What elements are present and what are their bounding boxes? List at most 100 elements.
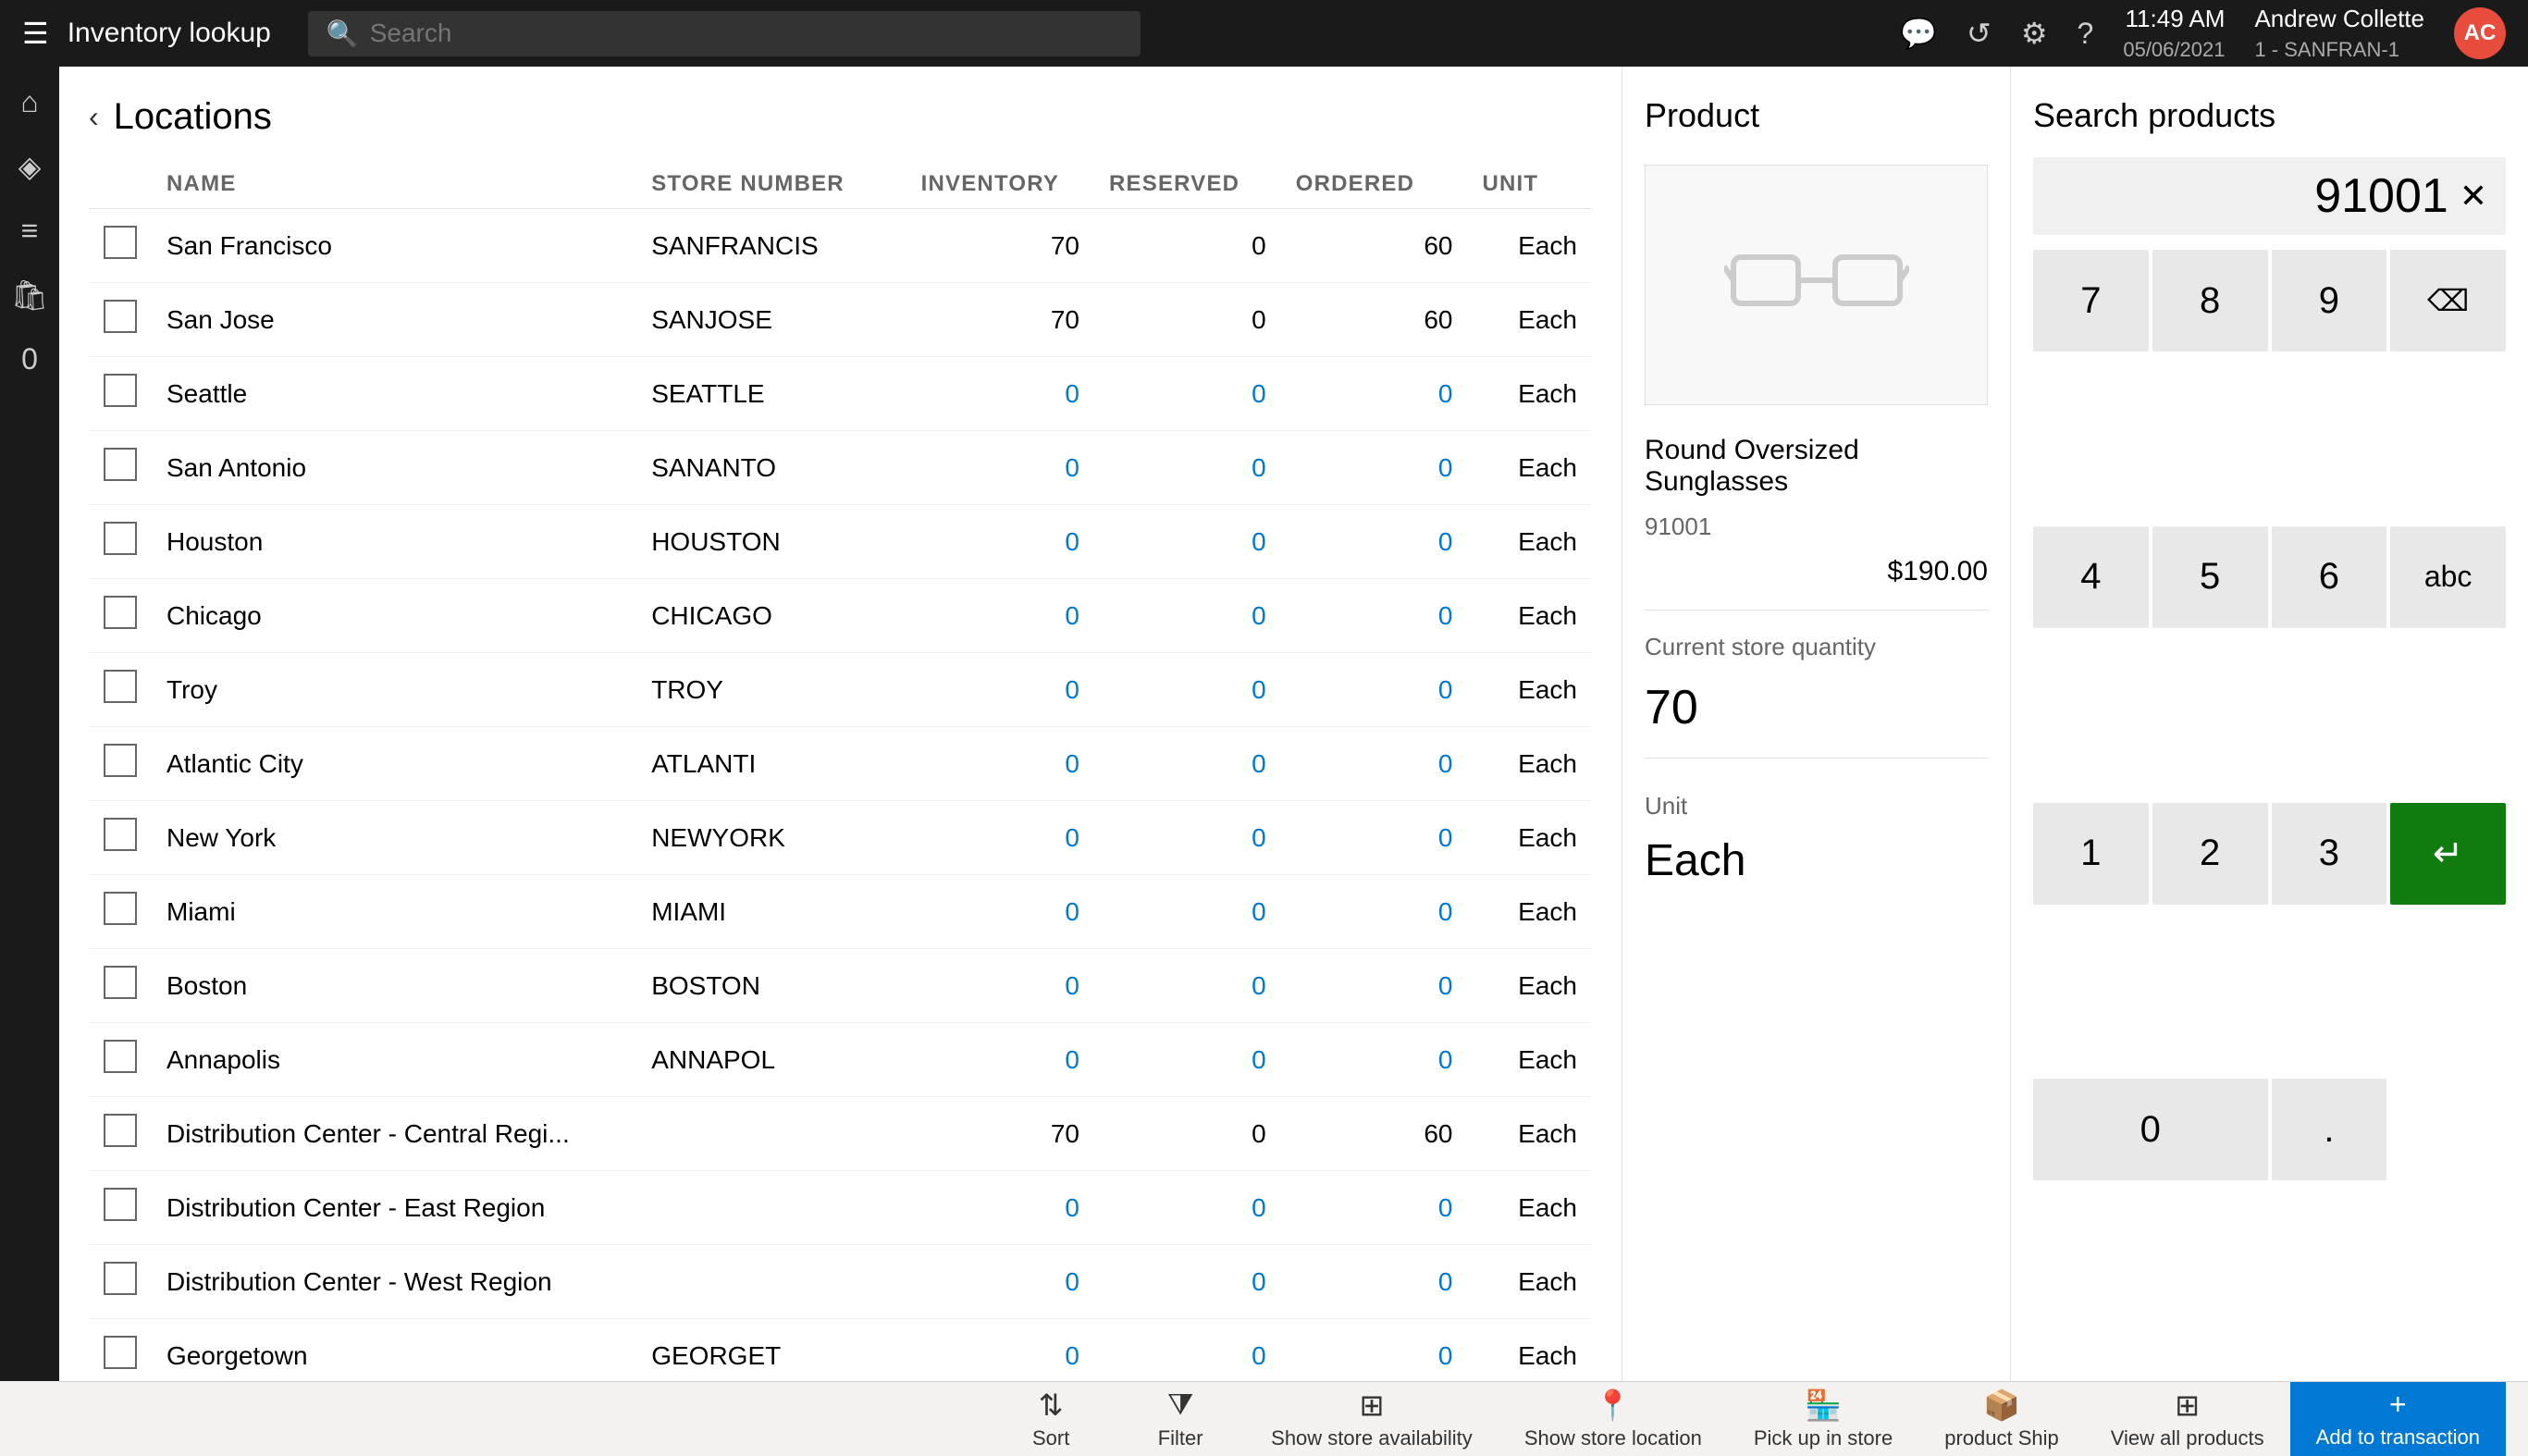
show-store-availability-button[interactable]: ⊞ Show store availability xyxy=(1245,1382,1498,1456)
refresh-icon[interactable]: ↺ xyxy=(1967,16,1992,51)
unit-label: Unit xyxy=(1645,792,1988,821)
row-store: SANANTO xyxy=(636,431,906,505)
row-checkbox[interactable] xyxy=(104,670,137,703)
key-8[interactable]: 8 xyxy=(2152,250,2268,352)
ship-label: product Ship xyxy=(1944,1426,2059,1450)
col-header-name: NAME xyxy=(152,160,636,209)
row-name: New York xyxy=(152,801,636,875)
chat-icon[interactable]: 💬 xyxy=(1900,16,1937,51)
products-nav-icon[interactable]: ◈ xyxy=(18,149,42,184)
pick-up-store-button[interactable]: 🏪 Pick up in store xyxy=(1728,1382,1918,1456)
row-checkbox[interactable] xyxy=(104,818,137,851)
search-input[interactable] xyxy=(370,19,1122,48)
key-2[interactable]: 2 xyxy=(2152,803,2268,905)
list-nav-icon[interactable]: ≡ xyxy=(21,214,39,248)
row-store xyxy=(636,1171,906,1245)
row-reserved: 0 xyxy=(1094,209,1281,283)
row-checkbox[interactable] xyxy=(104,966,137,999)
row-store: BOSTON xyxy=(636,949,906,1023)
row-reserved: 0 xyxy=(1094,1023,1281,1097)
show-store-location-button[interactable]: 📍 Show store location xyxy=(1498,1382,1728,1456)
pick-up-store-label: Pick up in store xyxy=(1754,1426,1893,1450)
home-nav-icon[interactable]: ⌂ xyxy=(20,85,38,119)
row-store: SANJOSE xyxy=(636,283,906,357)
row-checkbox-cell xyxy=(89,875,152,949)
row-checkbox[interactable] xyxy=(104,1114,137,1147)
key-enter[interactable]: ↵ xyxy=(2390,803,2506,905)
badge-nav-item[interactable]: 0 xyxy=(21,342,38,376)
row-checkbox[interactable] xyxy=(104,596,137,629)
avatar[interactable]: AC xyxy=(2454,7,2506,59)
sort-icon: ⇅ xyxy=(1039,1388,1064,1423)
row-store xyxy=(636,1097,906,1171)
row-checkbox[interactable] xyxy=(104,226,137,259)
keypad-clear-icon[interactable]: ✕ xyxy=(2460,177,2487,216)
filter-button[interactable]: ⧩ Filter xyxy=(1116,1382,1245,1456)
key-dot[interactable]: . xyxy=(2272,1079,2387,1180)
row-checkbox[interactable] xyxy=(104,448,137,481)
row-unit: Each xyxy=(1467,209,1592,283)
add-transaction-label: Add to transaction xyxy=(2316,1425,2480,1450)
sort-label: Sort xyxy=(1032,1426,1069,1450)
table-row: Houston HOUSTON 0 0 0 Each xyxy=(89,505,1592,579)
table-row: Chicago CHICAGO 0 0 0 Each xyxy=(89,579,1592,653)
key-0[interactable]: 0 xyxy=(2033,1079,2268,1180)
row-reserved: 0 xyxy=(1094,1171,1281,1245)
row-checkbox[interactable] xyxy=(104,374,137,407)
key-4[interactable]: 4 xyxy=(2033,526,2149,628)
row-name: Distribution Center - West Region xyxy=(152,1245,636,1319)
settings-icon[interactable]: ⚙ xyxy=(2021,16,2048,51)
row-unit: Each xyxy=(1467,579,1592,653)
key-1[interactable]: 1 xyxy=(2033,803,2149,905)
key-abc[interactable]: abc xyxy=(2390,526,2506,628)
row-ordered: 0 xyxy=(1281,653,1468,727)
row-reserved: 0 xyxy=(1094,1245,1281,1319)
row-reserved: 0 xyxy=(1094,653,1281,727)
ship-icon: 📦 xyxy=(1983,1388,2020,1423)
product-name: Round Oversized Sunglasses xyxy=(1645,435,1988,498)
key-backspace[interactable]: ⌫ xyxy=(2390,250,2506,352)
back-button[interactable]: ‹ xyxy=(89,100,99,134)
key-3[interactable]: 3 xyxy=(2272,803,2387,905)
search-bar[interactable]: 🔍 xyxy=(308,11,1141,56)
number-nav-icon: 0 xyxy=(21,342,38,376)
row-name: Distribution Center - Central Regi... xyxy=(152,1097,636,1171)
row-name: Georgetown xyxy=(152,1319,636,1382)
row-checkbox-cell xyxy=(89,431,152,505)
key-7[interactable]: 7 xyxy=(2033,250,2149,352)
key-5[interactable]: 5 xyxy=(2152,526,2268,628)
add-transaction-icon: + xyxy=(2389,1388,2407,1422)
hamburger-menu-icon[interactable]: ☰ xyxy=(22,16,49,51)
row-checkbox-cell xyxy=(89,1023,152,1097)
row-ordered: 0 xyxy=(1281,949,1468,1023)
row-inventory: 0 xyxy=(906,1245,1094,1319)
product-panel: Product Round Oversized Sunglasses 91001… xyxy=(1622,67,2010,1381)
key-9[interactable]: 9 xyxy=(2272,250,2387,352)
row-checkbox[interactable] xyxy=(104,892,137,925)
cart-nav-icon: 🛍 xyxy=(11,278,49,312)
help-icon[interactable]: ? xyxy=(2078,17,2094,51)
row-ordered: 60 xyxy=(1281,283,1468,357)
row-checkbox-cell xyxy=(89,283,152,357)
ship-button[interactable]: 📦 product Ship xyxy=(1918,1382,2085,1456)
table-row: Atlantic City ATLANTI 0 0 0 Each xyxy=(89,727,1592,801)
sort-button[interactable]: ⇅ Sort xyxy=(986,1382,1116,1456)
row-reserved: 0 xyxy=(1094,727,1281,801)
row-checkbox[interactable] xyxy=(104,1336,137,1369)
row-checkbox[interactable] xyxy=(104,744,137,777)
row-checkbox[interactable] xyxy=(104,522,137,555)
row-checkbox[interactable] xyxy=(104,300,137,333)
add-transaction-button[interactable]: + Add to transaction xyxy=(2290,1382,2506,1456)
row-checkbox[interactable] xyxy=(104,1188,137,1221)
row-ordered: 0 xyxy=(1281,1245,1468,1319)
row-checkbox[interactable] xyxy=(104,1040,137,1073)
table-row: Distribution Center - East Region 0 0 0 … xyxy=(89,1171,1592,1245)
row-store: HOUSTON xyxy=(636,505,906,579)
view-all-products-button[interactable]: ⊞ View all products xyxy=(2085,1382,2290,1456)
row-inventory: 0 xyxy=(906,579,1094,653)
row-ordered: 0 xyxy=(1281,727,1468,801)
toolbar: ⇅ Sort ⧩ Filter ⊞ Show store availabilit… xyxy=(59,1381,2528,1455)
key-6[interactable]: 6 xyxy=(2272,526,2387,628)
row-checkbox[interactable] xyxy=(104,1262,137,1295)
cart-nav-item[interactable]: 🛍 xyxy=(11,278,49,313)
